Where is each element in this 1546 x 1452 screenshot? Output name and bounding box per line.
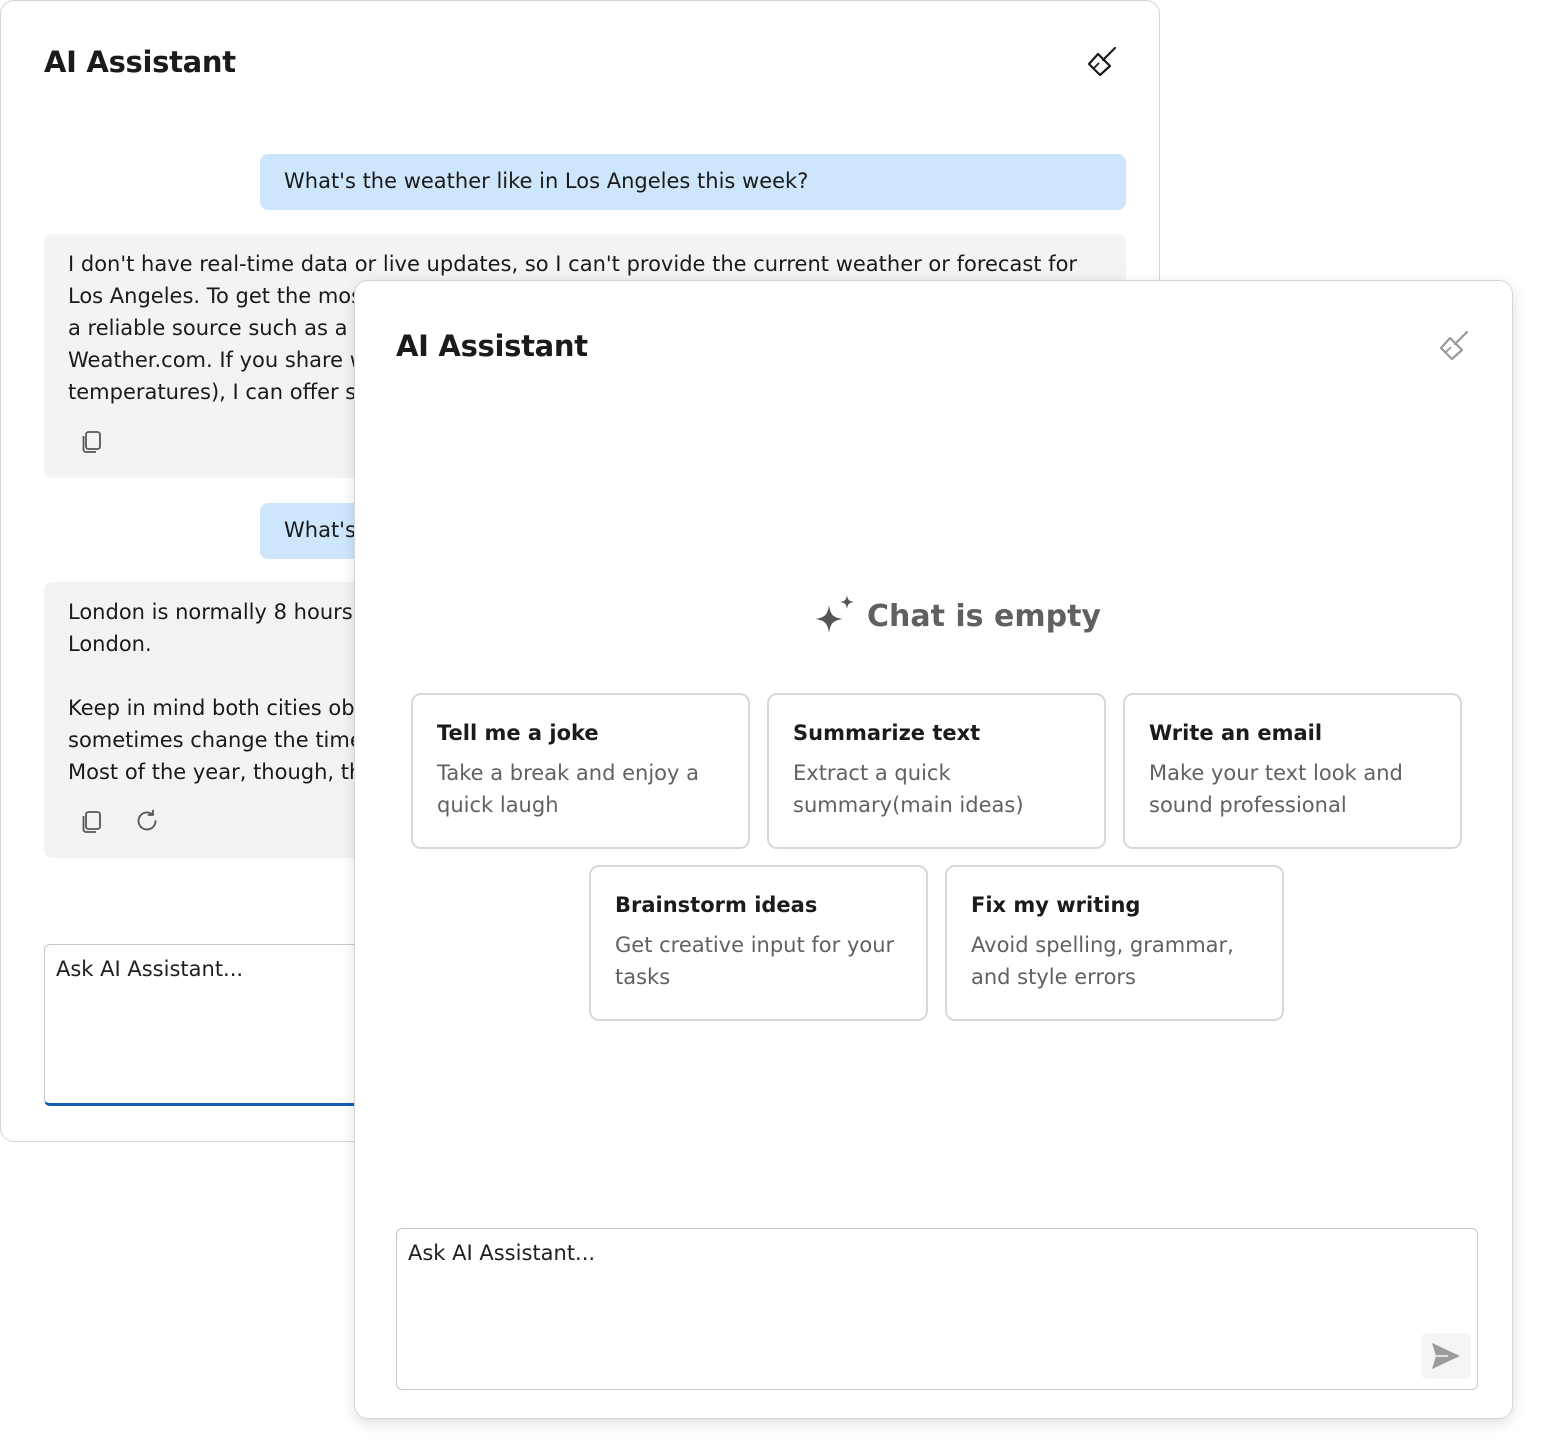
- send-button[interactable]: [1421, 1333, 1471, 1379]
- copy-icon[interactable]: [80, 428, 106, 454]
- suggestion-title: Brainstorm ideas: [615, 893, 818, 917]
- suggestion-title: Write an email: [1149, 721, 1323, 745]
- suggestion-card[interactable]: Brainstorm ideas Get creative input for …: [589, 865, 928, 1021]
- window-title: AI Assistant: [44, 45, 236, 79]
- broom-icon[interactable]: [1437, 329, 1471, 363]
- send-icon: [1432, 1343, 1460, 1369]
- suggestion-card[interactable]: Fix my writing Avoid spelling, grammar, …: [945, 865, 1284, 1021]
- front-chat-window: AI Assistant Chat is empty Tell me a jok…: [354, 280, 1513, 1419]
- suggestion-description: Take a break and enjoy a quick laugh: [437, 761, 699, 817]
- chat-input[interactable]: [397, 1229, 1477, 1389]
- suggestion-card[interactable]: Write an email Make your text look and s…: [1123, 693, 1462, 849]
- suggestion-description: Make your text look and sound profession…: [1149, 761, 1403, 817]
- user-message-text: What's: [284, 518, 356, 542]
- suggestion-card[interactable]: Tell me a joke Take a break and enjoy a …: [411, 693, 750, 849]
- broom-icon[interactable]: [1085, 45, 1119, 79]
- suggestion-title: Summarize text: [793, 721, 981, 745]
- user-message: What's the weather like in Los Angeles t…: [260, 154, 1126, 210]
- suggestion-card[interactable]: Summarize text Extract a quick summary(m…: [767, 693, 1106, 849]
- refresh-icon[interactable]: [134, 808, 160, 834]
- suggestion-description: Extract a quick summary(main ideas): [793, 761, 1024, 817]
- suggestion-title: Tell me a joke: [437, 721, 599, 745]
- user-message-text: What's the weather like in Los Angeles t…: [284, 169, 809, 193]
- suggestion-description: Get creative input for your tasks: [615, 933, 895, 989]
- chat-input-container: [396, 1228, 1478, 1390]
- sparkle-icon: [815, 595, 854, 633]
- copy-icon[interactable]: [80, 808, 106, 834]
- window-title: AI Assistant: [396, 329, 588, 363]
- suggestion-description: Avoid spelling, grammar, and style error…: [971, 933, 1234, 989]
- suggestion-title: Fix my writing: [971, 893, 1141, 917]
- empty-state-text: Chat is empty: [867, 599, 1101, 634]
